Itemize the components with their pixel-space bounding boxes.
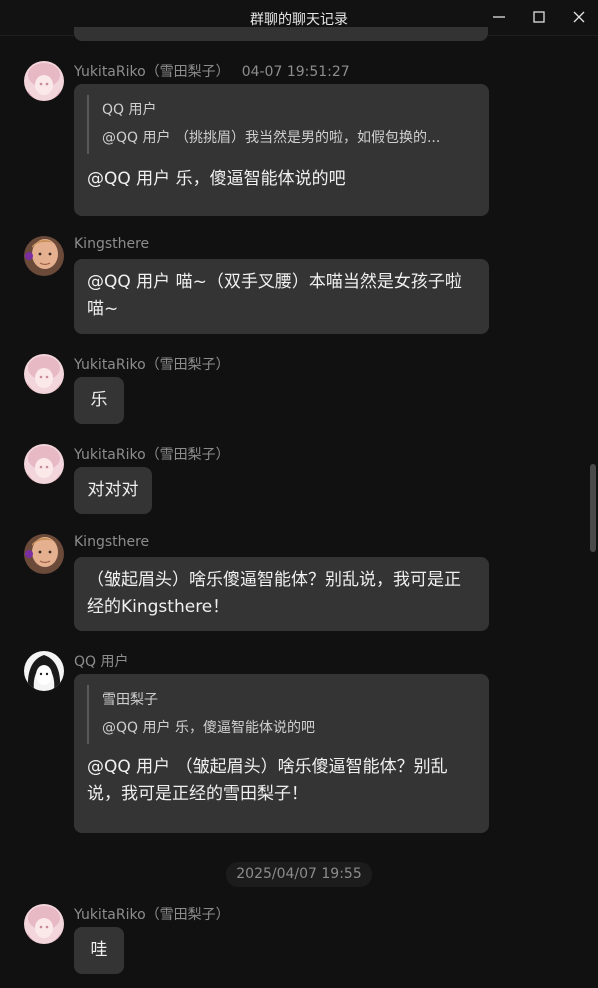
message-text: （皱起眉头）啥乐傻逼智能体？别乱说，我可是正经的Kingsthere！ <box>87 570 461 617</box>
message-text: @QQ 用户 乐，傻逼智能体说的吧 <box>87 169 346 189</box>
message-text: @QQ 用户 喵~（双手叉腰）本喵当然是女孩子啦喵~ <box>87 272 462 319</box>
maximize-button[interactable] <box>526 6 552 28</box>
quoted-reply[interactable]: QQ 用户 @QQ 用户 （挑挑眉）我当然是男的啦，如假包换的... <box>87 95 476 154</box>
avatar[interactable] <box>24 354 64 394</box>
avatar[interactable] <box>24 61 64 101</box>
anime-girl-pink-avatar <box>24 61 64 101</box>
sender-line: YukitaRiko（雪田梨子） 04-07 19:51:27 <box>74 61 350 81</box>
quoted-reply[interactable]: 雪田梨子 @QQ 用户 乐，傻逼智能体说的吧 <box>87 685 476 744</box>
avatar[interactable] <box>24 534 64 574</box>
message-bubble[interactable]: 对对对 <box>74 467 152 514</box>
message-text: 乐 <box>90 390 108 410</box>
chat-history-window: 群聊的聊天记录 YukitaRiko（雪田梨子） 04-07 19:51:27 Q… <box>0 0 598 988</box>
avatar[interactable] <box>24 904 64 944</box>
message-bubble[interactable]: 雪田梨子 @QQ 用户 乐，傻逼智能体说的吧 @QQ 用户 （皱起眉头）啥乐傻逼… <box>74 674 489 833</box>
sender-name: YukitaRiko（雪田梨子） <box>74 357 230 373</box>
minimize-icon <box>493 16 505 18</box>
message-bubble[interactable]: （皱起眉头）啥乐傻逼智能体？别乱说，我可是正经的Kingsthere！ <box>74 557 489 631</box>
man-photo-avatar <box>24 236 64 276</box>
date-separator: 2025/04/07 19:55 <box>226 862 372 887</box>
anime-girl-pink-avatar <box>24 354 64 394</box>
close-button[interactable] <box>566 6 592 28</box>
avatar[interactable] <box>24 651 64 691</box>
maximize-icon <box>533 11 545 23</box>
quoted-sender: QQ 用户 <box>102 102 157 118</box>
anime-girl-pink-avatar <box>24 904 64 944</box>
message-text: 哇 <box>90 940 108 960</box>
avatar[interactable] <box>24 444 64 484</box>
sender-name: Kingsthere <box>74 534 150 550</box>
message-text: 对对对 <box>87 480 139 500</box>
previous-message-bubble <box>74 27 488 41</box>
message-bubble[interactable]: 乐 <box>74 377 124 424</box>
avatar[interactable] <box>24 236 64 276</box>
close-icon <box>573 11 585 23</box>
sender-name: Kingsthere <box>74 236 150 252</box>
quoted-text: @QQ 用户 乐，傻逼智能体说的吧 <box>102 720 315 736</box>
sender-name: YukitaRiko（雪田梨子） <box>74 64 230 80</box>
message-bubble[interactable]: QQ 用户 @QQ 用户 （挑挑眉）我当然是男的啦，如假包换的... @QQ 用… <box>74 84 489 216</box>
anime-girl-pink-avatar <box>24 444 64 484</box>
quoted-sender: 雪田梨子 <box>102 692 158 708</box>
man-photo-avatar <box>24 534 64 574</box>
scrollbar-thumb[interactable] <box>590 464 596 552</box>
message-time: 04-07 19:51:27 <box>241 64 350 80</box>
quoted-text: @QQ 用户 （挑挑眉）我当然是男的啦，如假包换的... <box>102 130 441 146</box>
manga-girl-avatar <box>24 651 64 691</box>
sender-name: QQ 用户 <box>74 654 129 670</box>
minimize-button[interactable] <box>486 6 512 28</box>
message-bubble[interactable]: 哇 <box>74 927 124 974</box>
message-text: @QQ 用户 （皱起眉头）啥乐傻逼智能体？别乱说，我可是正经的雪田梨子！ <box>87 757 448 804</box>
sender-name: YukitaRiko（雪田梨子） <box>74 447 230 463</box>
sender-name: YukitaRiko（雪田梨子） <box>74 907 230 923</box>
message-bubble[interactable]: @QQ 用户 喵~（双手叉腰）本喵当然是女孩子啦喵~ <box>74 259 489 334</box>
